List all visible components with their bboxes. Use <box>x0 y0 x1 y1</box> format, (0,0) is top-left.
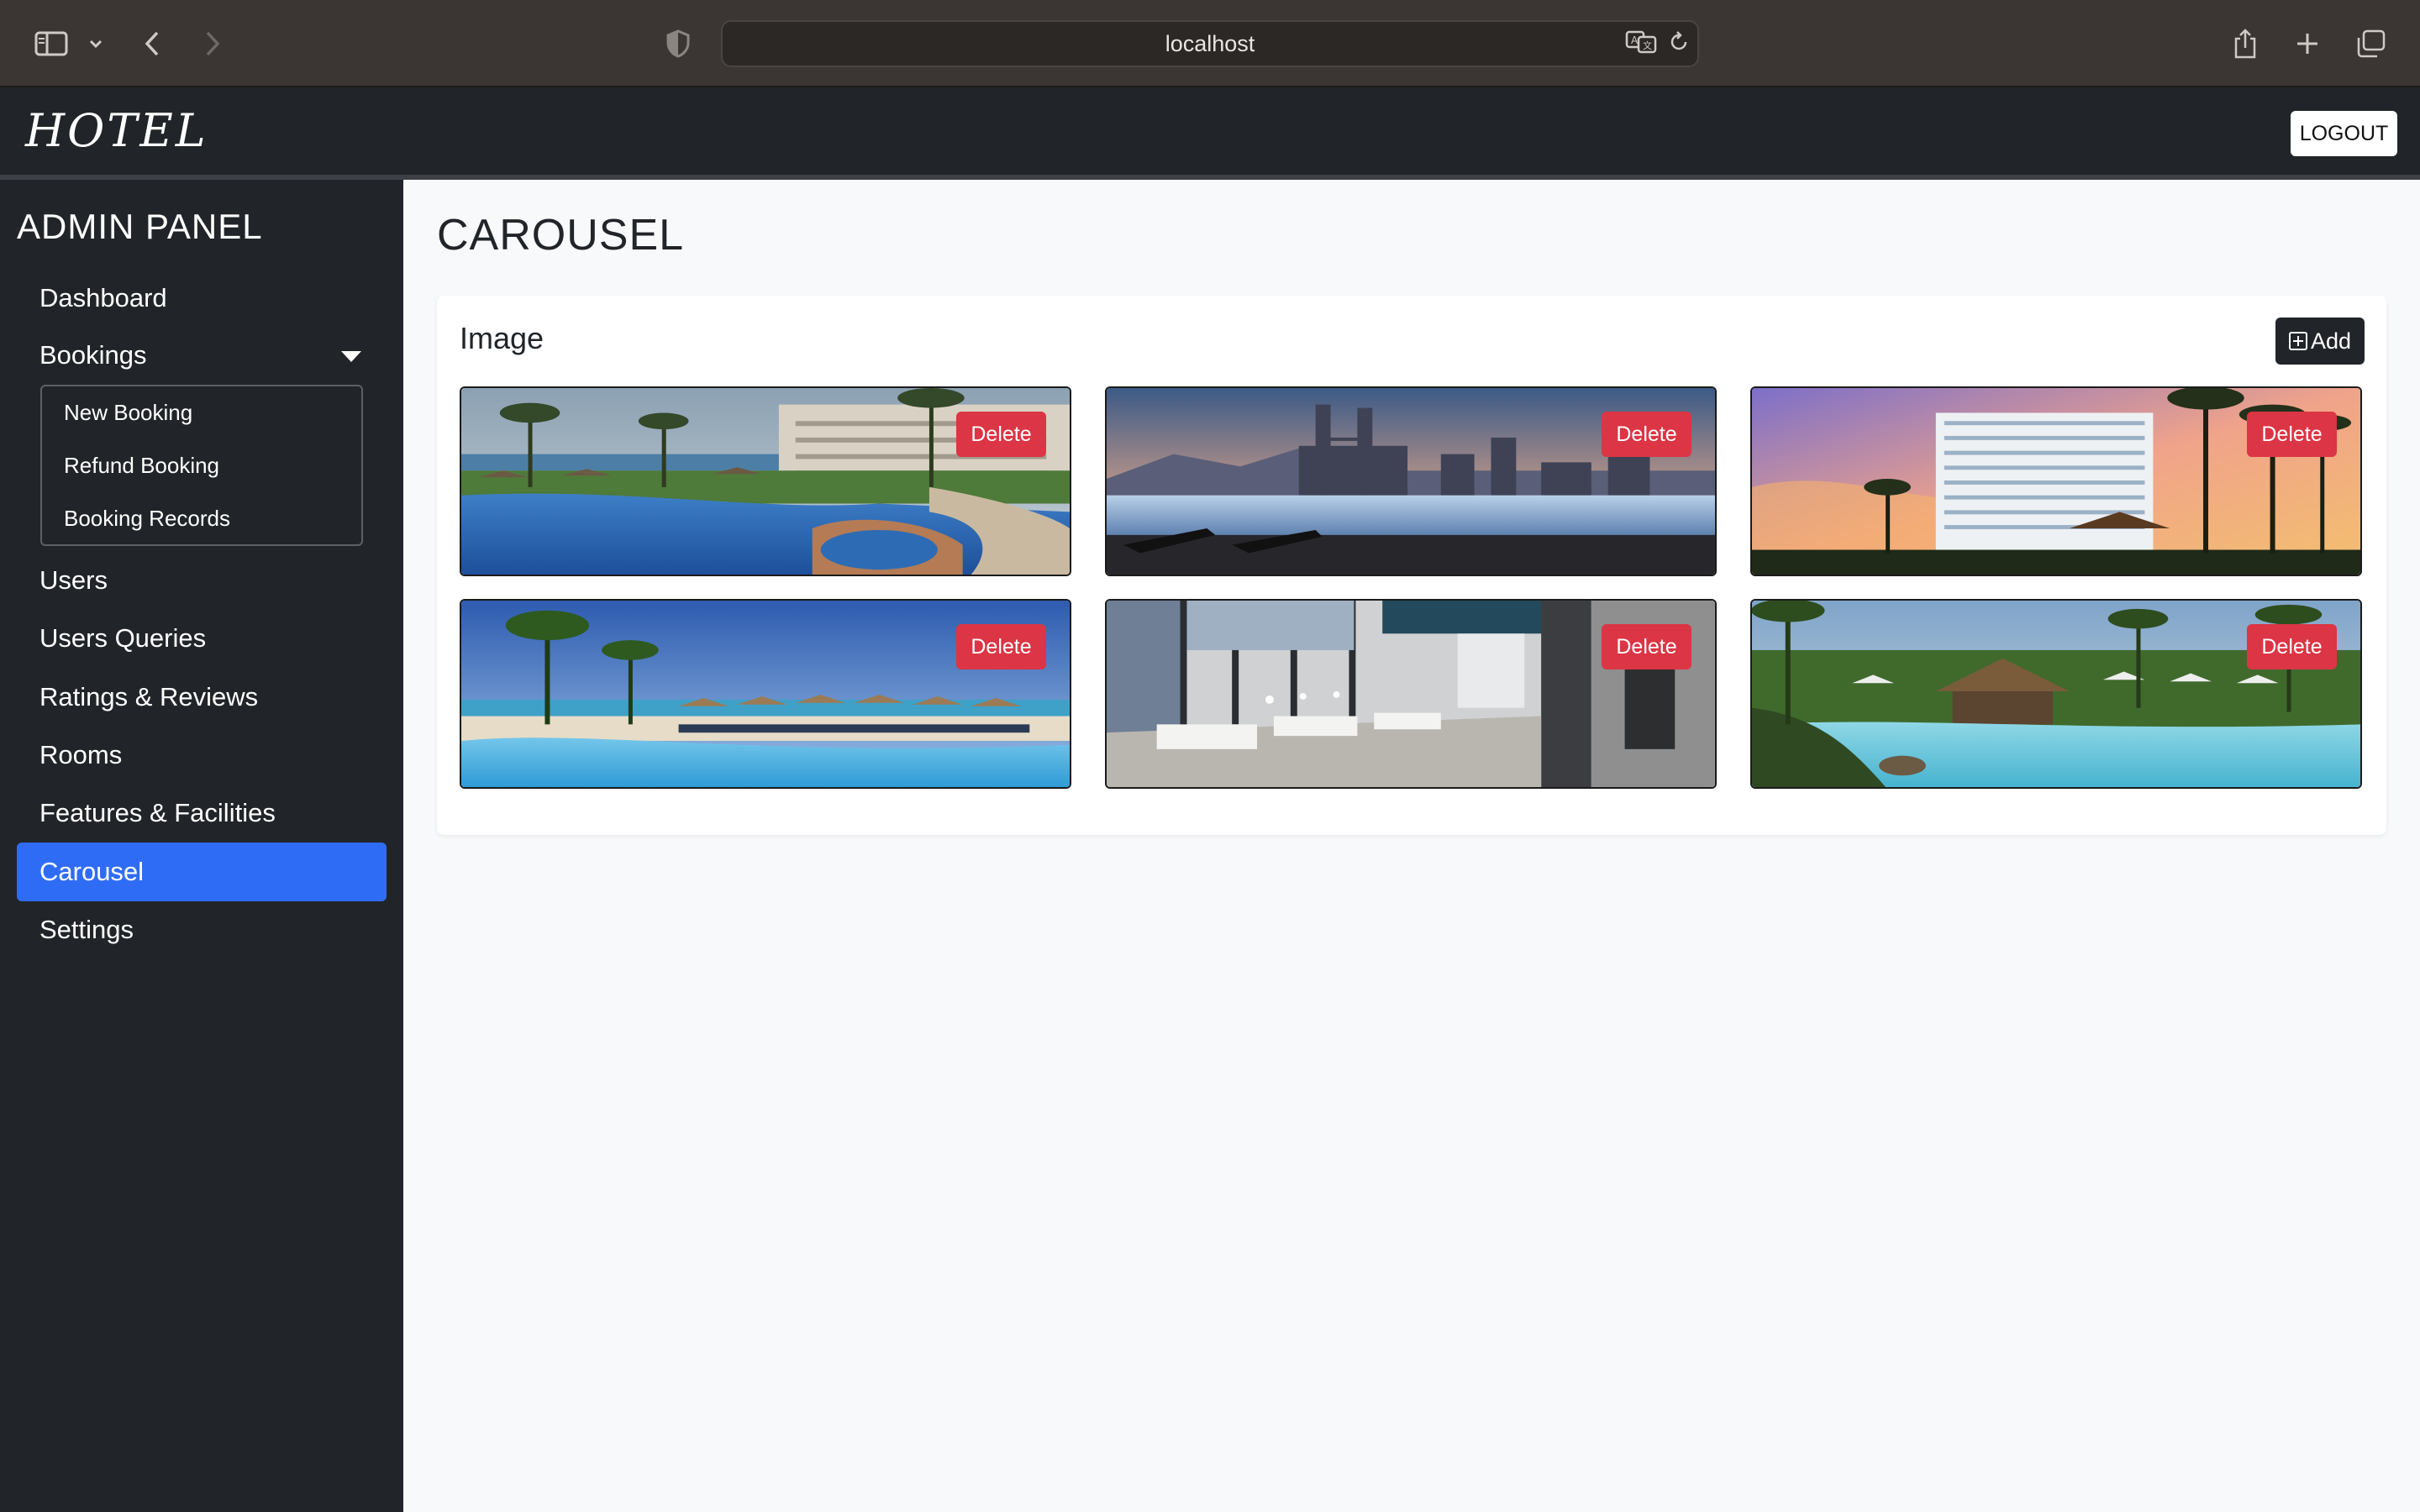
sidebar-item-dashboard[interactable]: Dashboard <box>17 269 387 328</box>
caret-down-icon <box>341 351 361 362</box>
carousel-image: Delete <box>460 386 1071 576</box>
tabs-overview-icon[interactable] <box>2354 25 2388 62</box>
address-bar[interactable]: localhost A文 <box>721 20 1699 67</box>
chevron-down-icon[interactable] <box>86 25 106 62</box>
sidebar-item-ratings-reviews[interactable]: Ratings & Reviews <box>17 668 387 727</box>
page-title: CAROUSEL <box>437 211 685 260</box>
add-image-button[interactable]: Add <box>2275 318 2365 365</box>
sidebar: ADMIN PANEL Dashboard Bookings New Booki… <box>0 180 403 1512</box>
logout-button[interactable]: LOGOUT <box>2291 111 2397 156</box>
delete-image-button[interactable]: Delete <box>1602 624 1691 669</box>
bookings-submenu: New Booking Refund Booking Booking Recor… <box>40 385 363 546</box>
carousel-image: Delete <box>1105 599 1717 789</box>
shield-icon[interactable] <box>666 25 691 62</box>
submenu-item-new-booking[interactable]: New Booking <box>64 400 192 426</box>
brand-logo[interactable]: HOTEL <box>25 104 208 157</box>
delete-image-button[interactable]: Delete <box>956 412 1046 457</box>
sidebar-item-rooms[interactable]: Rooms <box>17 726 387 785</box>
sidebar-item-users[interactable]: Users <box>17 551 387 610</box>
delete-image-button[interactable]: Delete <box>1602 412 1691 457</box>
sidebar-item-label: Bookings <box>39 340 147 370</box>
svg-text:文: 文 <box>1643 39 1652 51</box>
new-tab-icon[interactable] <box>2292 25 2323 62</box>
delete-image-button[interactable]: Delete <box>956 624 1046 669</box>
share-icon[interactable] <box>2230 25 2260 62</box>
forward-icon[interactable] <box>200 25 225 62</box>
translate-icon[interactable]: A文 <box>1625 24 1659 60</box>
delete-image-button[interactable]: Delete <box>2247 412 2337 457</box>
sidebar-item-features-facilities[interactable]: Features & Facilities <box>17 784 387 843</box>
browser-toolbar: localhost A文 <box>0 0 2420 87</box>
back-icon[interactable] <box>139 25 165 62</box>
reload-icon[interactable] <box>1667 24 1691 60</box>
add-label: Add <box>2310 328 2352 354</box>
sidebar-item-users-queries[interactable]: Users Queries <box>17 609 387 668</box>
top-navbar: HOTEL LOGOUT <box>0 87 2420 180</box>
carousel-image: Delete <box>1105 386 1717 576</box>
url-text: localhost <box>1165 31 1255 56</box>
card-title: Image <box>460 321 544 355</box>
plus-square-icon <box>2288 332 2307 350</box>
svg-text:A: A <box>1631 34 1639 46</box>
carousel-image: Delete <box>460 599 1071 789</box>
sidebar-item-settings[interactable]: Settings <box>17 900 387 959</box>
submenu-item-booking-records[interactable]: Booking Records <box>64 506 230 532</box>
sidebar-item-bookings[interactable]: Bookings <box>17 326 387 385</box>
sidebar-title: ADMIN PANEL <box>17 207 263 246</box>
submenu-item-refund-booking[interactable]: Refund Booking <box>64 453 219 479</box>
image-card: Image Add Delete Delete Delete Delete De… <box>437 296 2386 835</box>
carousel-image: Delete <box>1750 386 2362 576</box>
delete-image-button[interactable]: Delete <box>2247 624 2337 669</box>
sidebar-item-carousel[interactable]: Carousel <box>17 843 387 901</box>
carousel-image: Delete <box>1750 599 2362 789</box>
sidebar-icon[interactable] <box>34 25 69 62</box>
